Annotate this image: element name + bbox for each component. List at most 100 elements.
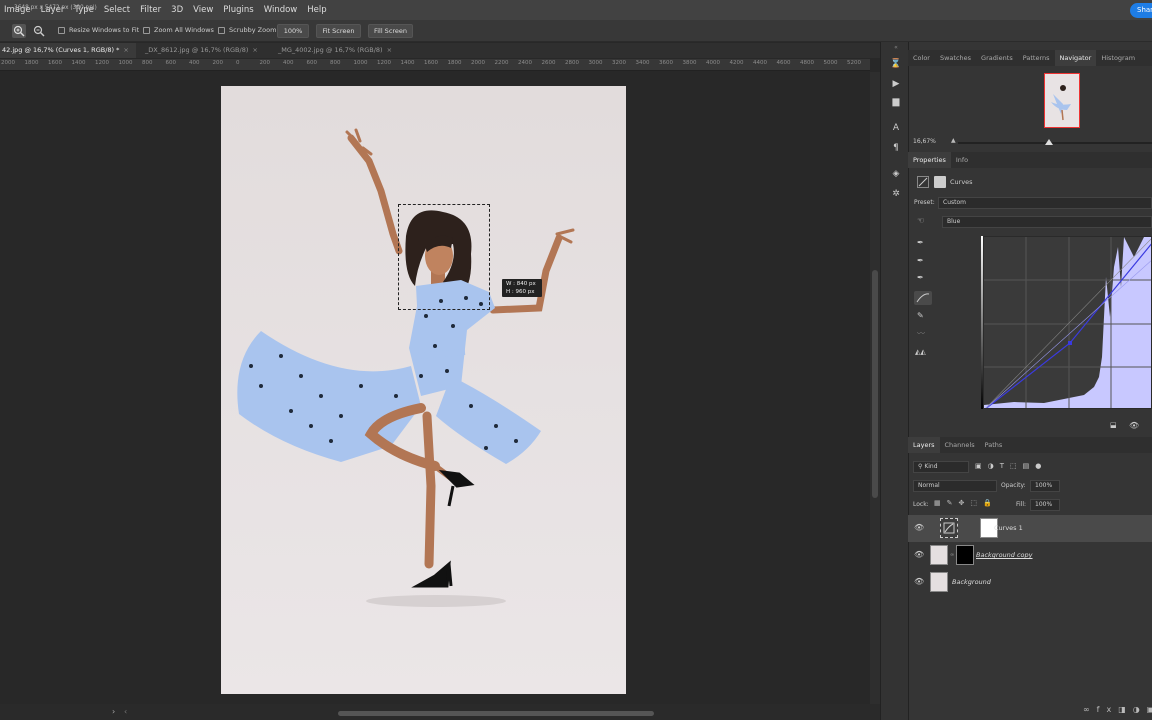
pencil-draw-icon[interactable]: ✎ xyxy=(917,311,924,320)
link-icon[interactable]: ∞ xyxy=(950,552,954,558)
navigator-zoom-value[interactable]: 16,67% xyxy=(913,138,936,145)
ruler-label: 1000 xyxy=(353,60,368,66)
tab-document-1[interactable]: 42.jpg @ 16,7% (Curves 1, RGB/8) * × xyxy=(0,43,136,58)
menu-3d[interactable]: 3D xyxy=(171,5,183,15)
ruler-label: 4800 xyxy=(800,60,814,66)
visibility-eye-icon[interactable]: 👁 xyxy=(914,523,924,532)
blend-mode-select[interactable]: Normal xyxy=(913,480,997,492)
layer-filter-select[interactable]: ⚲ Kind xyxy=(913,461,969,473)
comments-icon[interactable]: ▆ xyxy=(890,96,902,108)
close-icon[interactable]: × xyxy=(387,46,392,54)
curves-graph[interactable] xyxy=(983,236,1152,409)
document-image[interactable] xyxy=(221,86,626,694)
close-icon[interactable]: × xyxy=(252,46,257,54)
share-button[interactable]: Shar xyxy=(1130,3,1152,18)
close-icon[interactable]: × xyxy=(123,46,128,54)
smooth-curve-icon[interactable]: 〰 xyxy=(917,328,925,339)
tab-channels[interactable]: Channels xyxy=(940,437,980,453)
history-icon[interactable]: ⌛ xyxy=(890,58,902,70)
ruler-label: 2400 xyxy=(518,60,532,66)
menu-bar: Image Layer Type Select Filter 3D View P… xyxy=(0,0,1152,20)
status-chevron-icon[interactable]: › xyxy=(112,707,115,716)
tab-color[interactable]: Color xyxy=(908,50,935,66)
zoom-100-button[interactable]: 100% xyxy=(277,24,309,38)
clone-source-icon[interactable]: ✲ xyxy=(890,188,902,200)
tab-gradients[interactable]: Gradients xyxy=(976,50,1018,66)
scroll-left-icon[interactable]: ‹ xyxy=(124,707,127,716)
tab-document-3[interactable]: _MG_4002.jpg @ 16,7% (RGB/8) × xyxy=(276,43,404,58)
menu-select[interactable]: Select xyxy=(104,5,130,15)
ruler-label: 2800 xyxy=(565,60,579,66)
visibility-eye-icon[interactable]: 👁 xyxy=(914,550,924,559)
visibility-eye-icon[interactable]: 👁 xyxy=(914,577,924,586)
tab-swatches[interactable]: Swatches xyxy=(935,50,976,66)
collapse-panels-icon[interactable]: « xyxy=(890,42,902,54)
ruler-label: 5000 xyxy=(823,60,838,66)
tab-properties[interactable]: Properties xyxy=(908,152,951,168)
ruler-label: 400 xyxy=(189,60,200,66)
ruler-label: 1600 xyxy=(424,60,438,66)
tab-histogram[interactable]: Histogram xyxy=(1096,50,1140,66)
layer-row[interactable]: 👁 ∞ Background copy xyxy=(908,542,1152,569)
horizontal-scroll-thumb[interactable] xyxy=(338,711,654,716)
fit-screen-button[interactable]: Fit Screen xyxy=(316,24,361,38)
tab-paths[interactable]: Paths xyxy=(980,437,1008,453)
scrubby-zoom-checkbox[interactable]: Scrubby Zoom xyxy=(218,26,276,34)
ruler-label: 4600 xyxy=(776,60,791,66)
clipping-warning-icon[interactable]: ◭◭ xyxy=(915,348,926,356)
hud-width: W : 840 px xyxy=(506,281,536,287)
tab-document-2[interactable]: _DX_8612.jpg @ 16,7% (RGB/8) × xyxy=(143,43,271,58)
mask-icon[interactable] xyxy=(934,176,946,188)
play-actions-icon[interactable]: ▶ xyxy=(890,78,902,90)
fill-screen-button[interactable]: Fill Screen xyxy=(368,24,413,38)
document-size-status: 3648 px x 5472 px (300 ppi) xyxy=(14,5,97,11)
lock-icons[interactable]: ▦✎✥⬚🔒 xyxy=(934,499,998,507)
ruler-label: 4000 xyxy=(706,60,720,66)
character-icon[interactable]: A xyxy=(890,122,902,134)
preset-select[interactable]: Custom xyxy=(938,197,1152,209)
opacity-input[interactable]: 100% xyxy=(1030,480,1060,492)
tab-layers[interactable]: Layers xyxy=(908,437,940,453)
hud-height: H : 960 px xyxy=(506,289,535,295)
curve-point-tool-icon[interactable] xyxy=(914,291,932,305)
layer-row[interactable]: 👁 Background xyxy=(908,569,1152,596)
zoom-in-icon[interactable] xyxy=(12,24,26,38)
ruler-label: 2000 xyxy=(471,60,485,66)
navigator-zoom-thumb[interactable] xyxy=(1045,139,1053,145)
brush-settings-icon[interactable]: ◈ xyxy=(890,168,902,180)
clip-to-layer-icon[interactable]: ⬓ xyxy=(1110,421,1117,429)
ruler-label: 200 xyxy=(259,60,271,66)
zoom-out-small-icon[interactable]: ▲ xyxy=(951,137,956,144)
black-eyedropper-icon[interactable]: ✒ xyxy=(917,238,924,247)
fill-input[interactable]: 100% xyxy=(1030,499,1060,511)
layer-footer-icons[interactable]: ∞fx◨◑▣⊕ xyxy=(1083,705,1152,714)
zoom-out-icon[interactable] xyxy=(32,24,46,38)
layer-filter-icons[interactable]: ▣◑T⬚▤● xyxy=(975,462,1047,470)
zoom-all-checkbox[interactable]: Zoom All Windows xyxy=(143,26,214,34)
tab-label: _DX_8612.jpg @ 16,7% (RGB/8) xyxy=(145,46,249,54)
menu-filter[interactable]: Filter xyxy=(140,5,161,15)
gray-eyedropper-icon[interactable]: ✒ xyxy=(917,256,924,265)
menu-plugins[interactable]: Plugins xyxy=(223,5,253,15)
tab-navigator[interactable]: Navigator xyxy=(1054,50,1097,66)
view-previous-icon[interactable]: 👁 xyxy=(1129,421,1139,430)
menu-window[interactable]: Window xyxy=(264,5,298,15)
tab-info[interactable]: Info xyxy=(951,152,973,168)
layer-row[interactable]: 👁 Curves 1 xyxy=(908,515,1152,542)
resize-windows-label: Resize Windows to Fit xyxy=(69,26,140,34)
navigator-zoom-slider[interactable] xyxy=(958,142,1152,144)
zoom-all-label: Zoom All Windows xyxy=(154,26,214,34)
paragraph-icon[interactable]: ¶ xyxy=(890,142,902,154)
preset-label: Preset: xyxy=(914,199,935,206)
on-image-adjust-icon[interactable]: ☜ xyxy=(917,216,924,225)
menu-view[interactable]: View xyxy=(193,5,213,15)
channel-select[interactable]: Blue xyxy=(942,216,1152,228)
menu-help[interactable]: Help xyxy=(307,5,326,15)
navigator-preview[interactable] xyxy=(1044,73,1080,128)
vertical-scroll-thumb[interactable] xyxy=(872,270,878,498)
tab-patterns[interactable]: Patterns xyxy=(1018,50,1055,66)
layer-mask-thumb[interactable] xyxy=(956,545,974,565)
white-eyedropper-icon[interactable]: ✒ xyxy=(917,273,924,282)
ruler-label: 1600 xyxy=(48,60,62,66)
resize-windows-checkbox[interactable]: Resize Windows to Fit xyxy=(58,26,139,34)
